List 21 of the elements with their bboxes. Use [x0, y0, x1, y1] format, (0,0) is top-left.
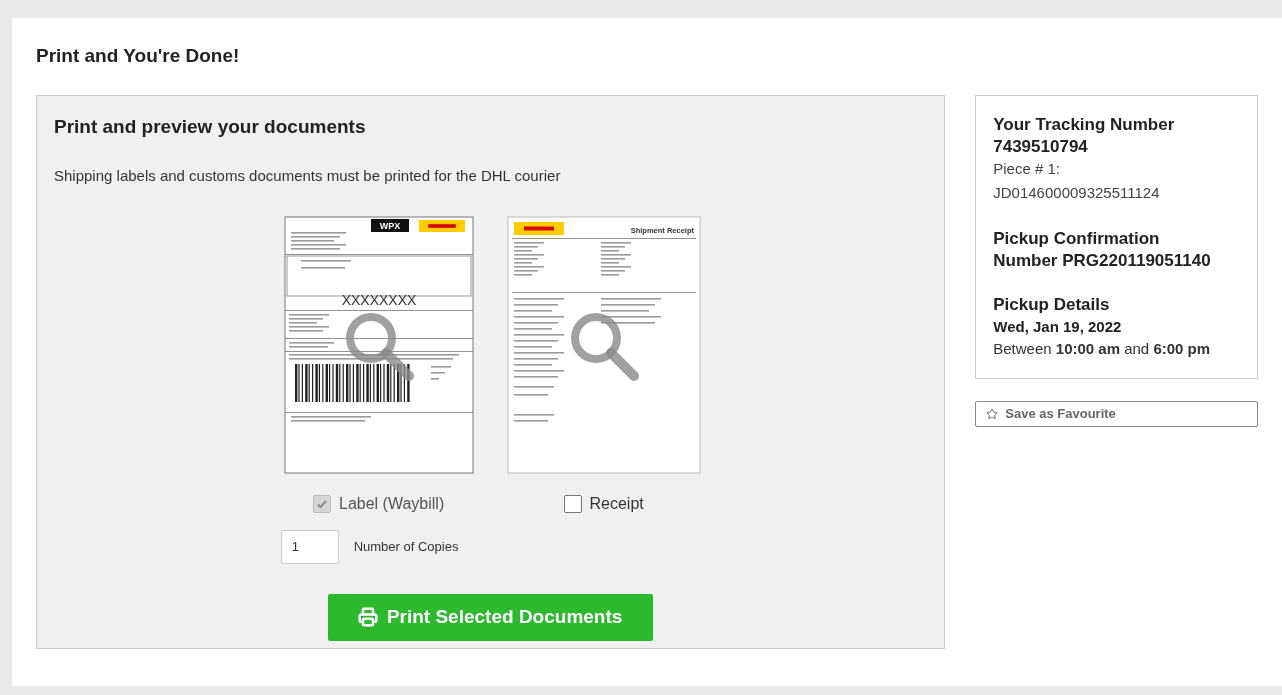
copies-field[interactable]: 1	[280, 529, 339, 564]
destination-code: XXXXXXXX	[341, 291, 416, 308]
save-favourite-button[interactable]: Save as Favourite	[975, 400, 1258, 427]
printer-icon	[357, 607, 378, 627]
star-icon	[986, 407, 999, 420]
tracking-number: 7439510794	[993, 135, 1089, 158]
service-code: WPX	[379, 220, 400, 231]
pickup-date: Wed, Jan 19, 2022	[993, 316, 1123, 337]
checkbox[interactable]	[563, 494, 582, 513]
checkbox-label: Label (Waybill)	[339, 493, 445, 514]
panel-note: Shipping labels and customs documents must be printed for the DHL courier	[54, 166, 562, 186]
checkbox-label: Receipt	[589, 493, 644, 514]
piece-label: Piece # 1:	[993, 158, 1061, 179]
panel-title: Print and preview your documents	[54, 114, 367, 139]
pickup-window: Between 10:00 am and 6:00 pm	[993, 337, 1219, 360]
piece-number: JD014600009325511124	[993, 182, 1161, 203]
page-title: Print and You're Done!	[36, 44, 241, 68]
copies-label: Number of Copies	[353, 537, 459, 556]
tracking-heading: Your Tracking Number	[993, 113, 1176, 136]
confirmation-number: Pickup Confirmation Number PRG220119051140	[993, 227, 1212, 272]
details-heading: Pickup Details	[993, 293, 1111, 316]
